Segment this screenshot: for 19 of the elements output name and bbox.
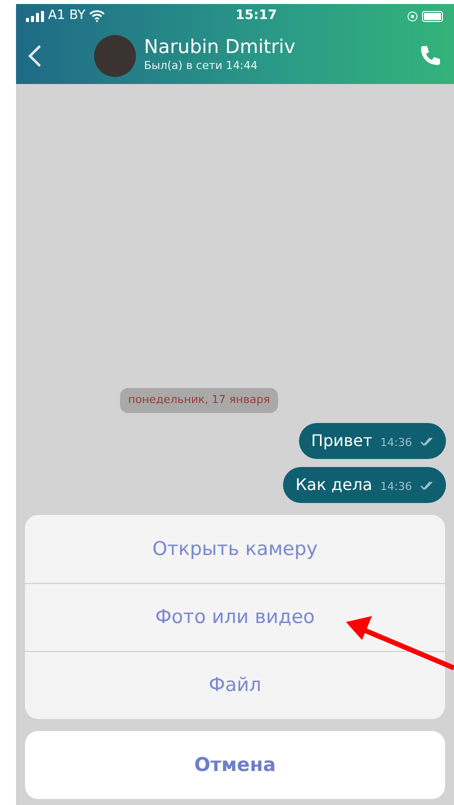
avatar xyxy=(94,35,136,77)
sheet-option[interactable]: Файл xyxy=(25,651,445,719)
wifi-icon xyxy=(89,10,106,22)
message-text: Как дела xyxy=(295,474,372,496)
message-time: 14:36 xyxy=(380,478,412,494)
signal-icon xyxy=(26,10,44,22)
cancel-button[interactable]: Отмена xyxy=(25,731,445,799)
contact-name: Narubin Dmitriv xyxy=(144,37,296,58)
battery-icon xyxy=(422,10,444,22)
date-separator: понедельник, 17 января xyxy=(120,388,278,412)
phone-icon[interactable] xyxy=(418,44,442,68)
carrier-text: A1 BY xyxy=(48,7,86,26)
message-text: Привет xyxy=(311,430,372,452)
sheet-option[interactable]: Открыть камеру xyxy=(25,515,445,583)
rotation-lock-icon xyxy=(407,10,418,22)
clock-text: 15:17 xyxy=(236,7,277,26)
back-icon[interactable] xyxy=(28,44,42,68)
message-time: 14:36 xyxy=(380,434,412,450)
last-seen-text: Был(а) в сети 14:44 xyxy=(144,58,259,74)
